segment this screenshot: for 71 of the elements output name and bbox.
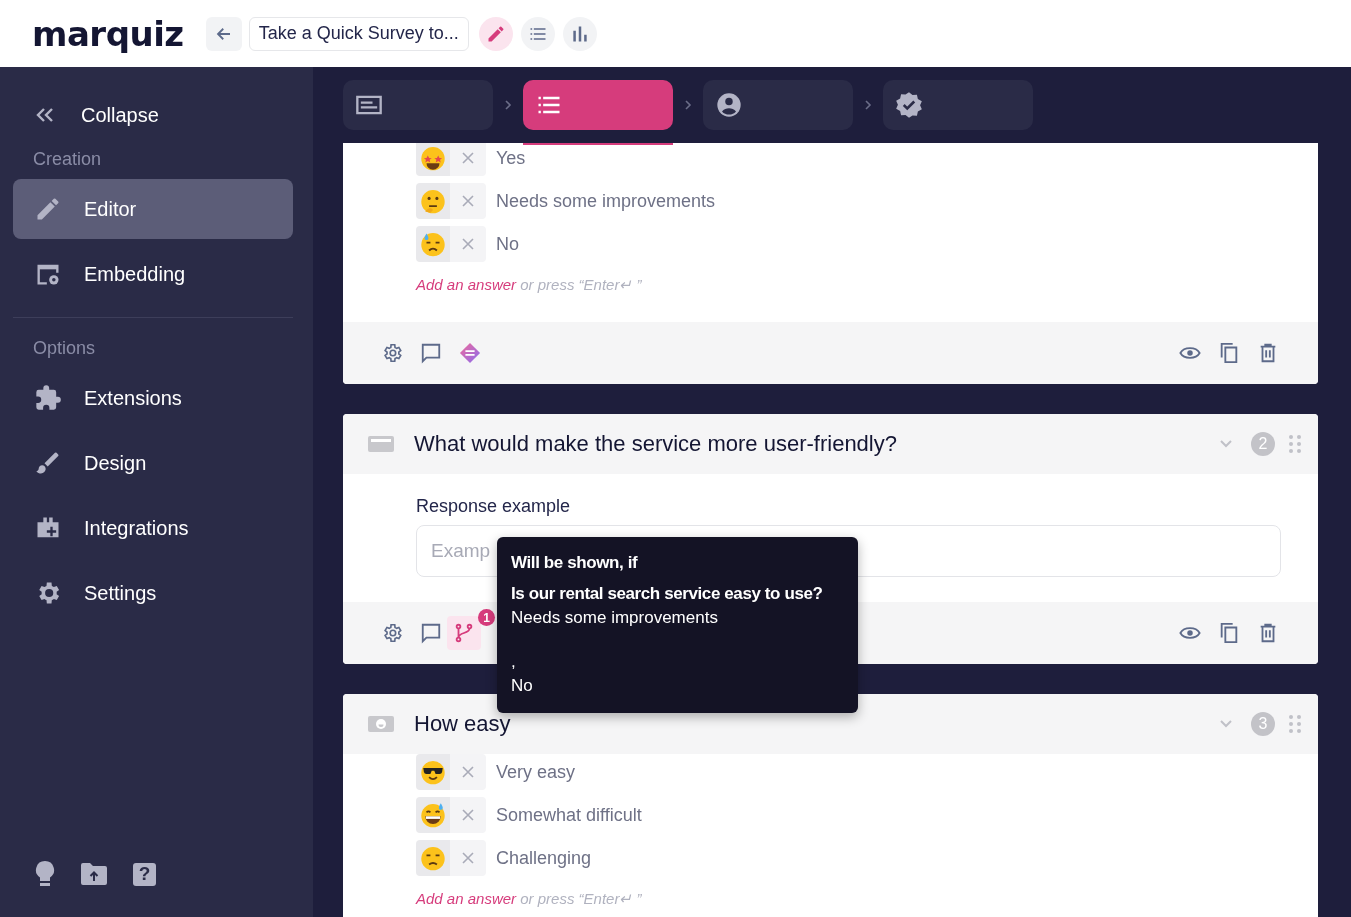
back-button[interactable] [205,16,242,51]
condition-answer: No [511,676,534,696]
drag-handle-icon[interactable] [1289,435,1301,453]
answer-text[interactable]: No [496,233,519,255]
emoji-face-icon [420,145,446,171]
condition-answer: Needs some improvements [511,608,719,628]
answer-text[interactable]: Challenging [496,847,592,869]
sidebar-item[interactable]: Integrations [13,498,293,558]
mode-button[interactable] [562,16,597,51]
sidebar-item[interactable]: Settings [13,563,293,623]
emoji-face-icon [420,845,446,871]
close-icon [462,766,474,778]
double-chevron-left-icon [35,107,55,123]
sidebar-item[interactable]: Design [13,433,293,493]
close-icon [462,195,474,207]
text-field-icon [368,434,394,454]
collapse-button[interactable]: Collapse [35,97,293,133]
chevron-right-icon [864,99,872,111]
step-tab[interactable] [343,80,493,130]
question-title: What would make the service more user-friendly? [414,431,898,457]
logo[interactable]: marquiz [32,13,184,54]
condition-question: Is our rental search service easy to use? [511,584,824,604]
emoji-face-icon [420,231,446,257]
close-icon [462,238,474,250]
lightbulb-icon[interactable] [35,861,55,887]
emoji-face-icon [420,759,446,785]
branch-icon [453,622,475,644]
sidebar-item[interactable]: Embedding [13,244,293,304]
emoji-face-icon [420,188,446,214]
section-title: Options [33,338,97,359]
question-title: How easy [414,711,512,737]
step-tab[interactable] [703,80,853,130]
folder-upload-icon[interactable] [81,863,107,885]
question-number: 2 [1251,432,1275,456]
puzzle-icon [34,384,62,412]
close-icon [462,152,474,164]
emoji-choice-icon [368,714,394,734]
drag-handle-icon[interactable] [1289,715,1301,733]
sidebar-item[interactable]: Editor [13,179,293,239]
emoji-picker[interactable] [416,754,450,790]
section-title: Creation [33,149,103,170]
add-answer-link[interactable]: Add an answer [416,890,517,907]
add-answer-hint: Add an answer or press “Enter↵ ” [416,890,643,908]
logic-assistant-button[interactable] [457,340,482,366]
mode-button[interactable] [520,16,555,51]
mode-button[interactable] [478,16,513,51]
chevron-right-icon [684,99,692,111]
tooltip-title: Will be shown, if [511,553,639,573]
sidebar-item[interactable]: Extensions [13,368,293,428]
verified-badge-icon [895,91,923,119]
field-label: Response example [416,496,572,517]
add-answer-link[interactable]: Add an answer [416,276,517,293]
add-answer-hint: Add an answer or press “Enter↵ ” [416,276,643,294]
close-icon [462,852,474,864]
chevron-right-icon [504,99,512,111]
step-tab[interactable] [883,80,1033,130]
quiz-title-field[interactable]: Take a Quick Survey to... [248,16,469,51]
branching-button[interactable] [447,616,481,650]
answer-text[interactable]: Yes [496,147,526,169]
user-icon [715,91,743,119]
close-icon [462,809,474,821]
emoji-picker[interactable] [416,797,450,833]
answer-text[interactable]: Very easy [496,761,576,783]
question-number: 3 [1251,712,1275,736]
emoji-face-icon [420,802,446,828]
answer-text[interactable]: Needs some improvements [496,190,716,212]
condition-answer: , [511,652,517,672]
help-button[interactable]: ? [133,862,156,886]
emoji-picker[interactable] [416,143,450,176]
count-badge: 1 [478,609,495,626]
answer-text[interactable]: Somewhat difficult [496,804,642,826]
